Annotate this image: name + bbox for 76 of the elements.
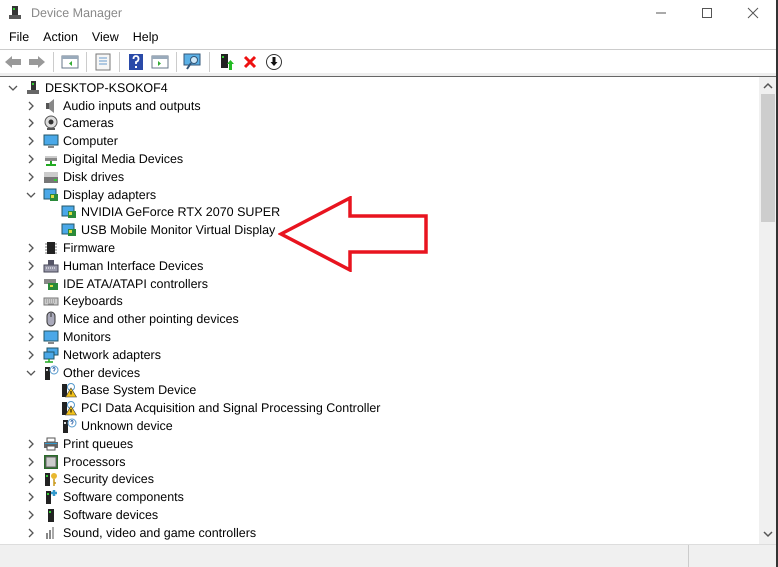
expand-chevron-icon[interactable] (26, 510, 36, 520)
expand-chevron-icon[interactable] (26, 172, 36, 182)
tree-item[interactable]: Unknown device (80, 418, 174, 434)
tree-item[interactable]: Monitors (62, 329, 112, 346)
tree-item[interactable]: Security devices (62, 471, 156, 488)
menu-item[interactable]: Action (36, 28, 85, 47)
tree-item[interactable]: Software devices (62, 507, 160, 524)
expand-chevron-icon[interactable] (26, 118, 36, 128)
collapse-chevron-icon[interactable] (26, 368, 36, 378)
tree-item[interactable]: Keyboards (62, 293, 124, 310)
unknown-device-icon (43, 364, 59, 381)
collapse-chevron-icon[interactable] (26, 190, 36, 200)
window-title: Device Manager (31, 4, 124, 22)
tree-item[interactable]: DESKTOP-KSOKOF4 (44, 80, 169, 96)
close-icon (747, 7, 759, 19)
webcam-icon (43, 115, 59, 132)
tree-item[interactable]: Computer (62, 133, 119, 150)
expand-chevron-icon[interactable] (26, 332, 36, 342)
expand-chevron-icon[interactable] (26, 350, 36, 360)
expand-chevron-icon[interactable] (26, 154, 36, 164)
menu-item[interactable]: File (2, 28, 36, 47)
tree-item[interactable]: Cameras (62, 115, 115, 132)
warning-device-icon (61, 400, 77, 416)
tree-item[interactable]: Audio inputs and outputs (62, 98, 202, 114)
app-icon (7, 5, 23, 21)
tree-item[interactable]: Display adapters (62, 186, 158, 203)
scrollbar-thumb[interactable] (760, 94, 774, 222)
tree-item[interactable]: USB Mobile Monitor Virtual Display (80, 222, 276, 238)
tree-item[interactable]: Disk drives (62, 168, 126, 185)
processor-icon (43, 454, 59, 470)
expand-chevron-icon[interactable] (26, 100, 36, 111)
expand-chevron-icon[interactable] (26, 314, 36, 324)
tree-item[interactable]: Mice and other pointing devices (62, 311, 240, 328)
expand-chevron-icon[interactable] (26, 528, 36, 538)
network-icon (43, 346, 59, 363)
expand-chevron-icon[interactable] (26, 474, 36, 484)
display-adapter-icon (61, 204, 77, 220)
expand-chevron-icon[interactable] (26, 243, 36, 254)
scroll-up-icon[interactable] (762, 82, 772, 90)
computer-icon (25, 80, 41, 96)
tree-item[interactable]: Digital Media Devices (62, 151, 184, 168)
collapse-chevron-icon[interactable] (8, 82, 18, 93)
scroll-down-icon[interactable] (762, 530, 772, 538)
expand-chevron-icon[interactable] (26, 278, 36, 289)
expand-chevron-icon[interactable] (26, 260, 36, 271)
unknown-device-icon (61, 418, 77, 434)
keyboard-joystick-icon (43, 258, 59, 274)
tree-item[interactable]: Software components (62, 489, 185, 506)
expand-chevron-icon[interactable] (26, 456, 36, 467)
tree-item[interactable]: Human Interface Devices (62, 258, 204, 274)
printer-icon (43, 436, 59, 452)
maximize-icon (702, 8, 712, 18)
display-adapter-icon (43, 186, 59, 203)
monitor-icon (43, 133, 59, 150)
tree-item[interactable]: Base System Device (80, 382, 198, 398)
expand-chevron-icon[interactable] (26, 438, 36, 449)
menu-item[interactable]: Help (126, 28, 166, 47)
expand-chevron-icon[interactable] (26, 492, 36, 502)
expand-chevron-icon[interactable] (26, 136, 36, 146)
software-component-icon (43, 489, 59, 506)
tree-item[interactable]: Firmware (62, 240, 116, 256)
tree-item[interactable]: NVIDIA GeForce RTX 2070 SUPER (80, 204, 282, 220)
display-adapter-icon (61, 222, 77, 238)
tree-item[interactable]: PCI Data Acquisition and Signal Processing Controller (80, 400, 382, 416)
tree-item[interactable]: Network adapters (62, 346, 162, 363)
expand-chevron-icon[interactable] (26, 296, 36, 306)
tree-item[interactable]: IDE ATA/ATAPI controllers (62, 276, 209, 292)
chip-icon (43, 240, 59, 256)
tree-item[interactable]: Sound, video and game controllers (62, 524, 258, 541)
menu-item[interactable]: View (84, 28, 126, 47)
tree-item[interactable]: Print queues (62, 436, 134, 452)
tree-item[interactable]: Other devices (62, 364, 142, 381)
warning-device-icon (61, 382, 77, 398)
security-key-icon (43, 471, 59, 488)
monitor-icon (43, 329, 59, 346)
tree-item[interactable]: Processors (62, 454, 127, 470)
